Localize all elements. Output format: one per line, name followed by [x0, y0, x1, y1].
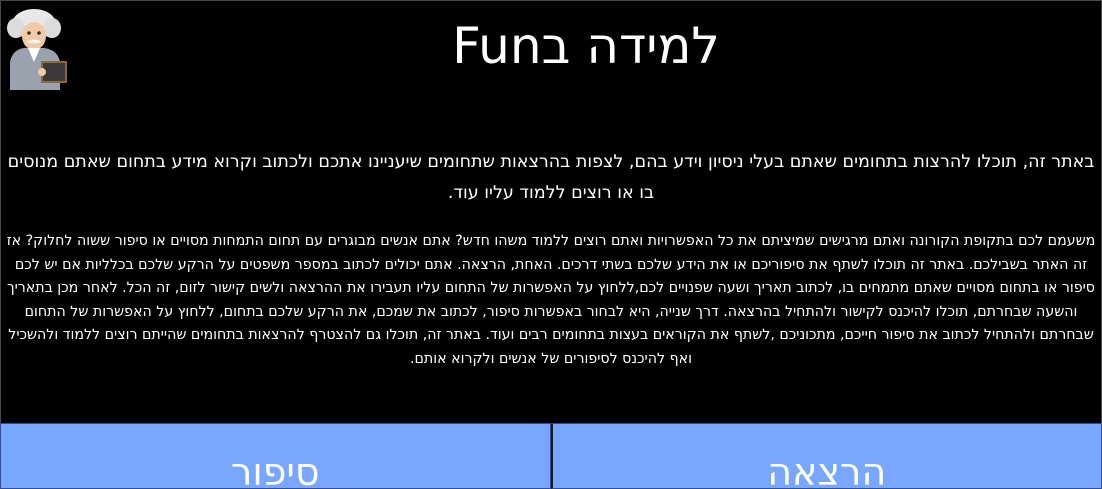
story-button[interactable]: סיפור [0, 423, 551, 489]
intro-text: באתר זה, תוכלו להרצות בתחומים שאתם בעלי … [7, 152, 1095, 203]
action-buttons: הרצאה סיפור [0, 423, 1102, 489]
page-title: למידה בFun [452, 17, 720, 75]
description-text: משעמם לכם בתקופת הקורונה ואתם מרגישים שמ… [6, 233, 1096, 367]
lecture-button[interactable]: הרצאה [550, 423, 1102, 489]
